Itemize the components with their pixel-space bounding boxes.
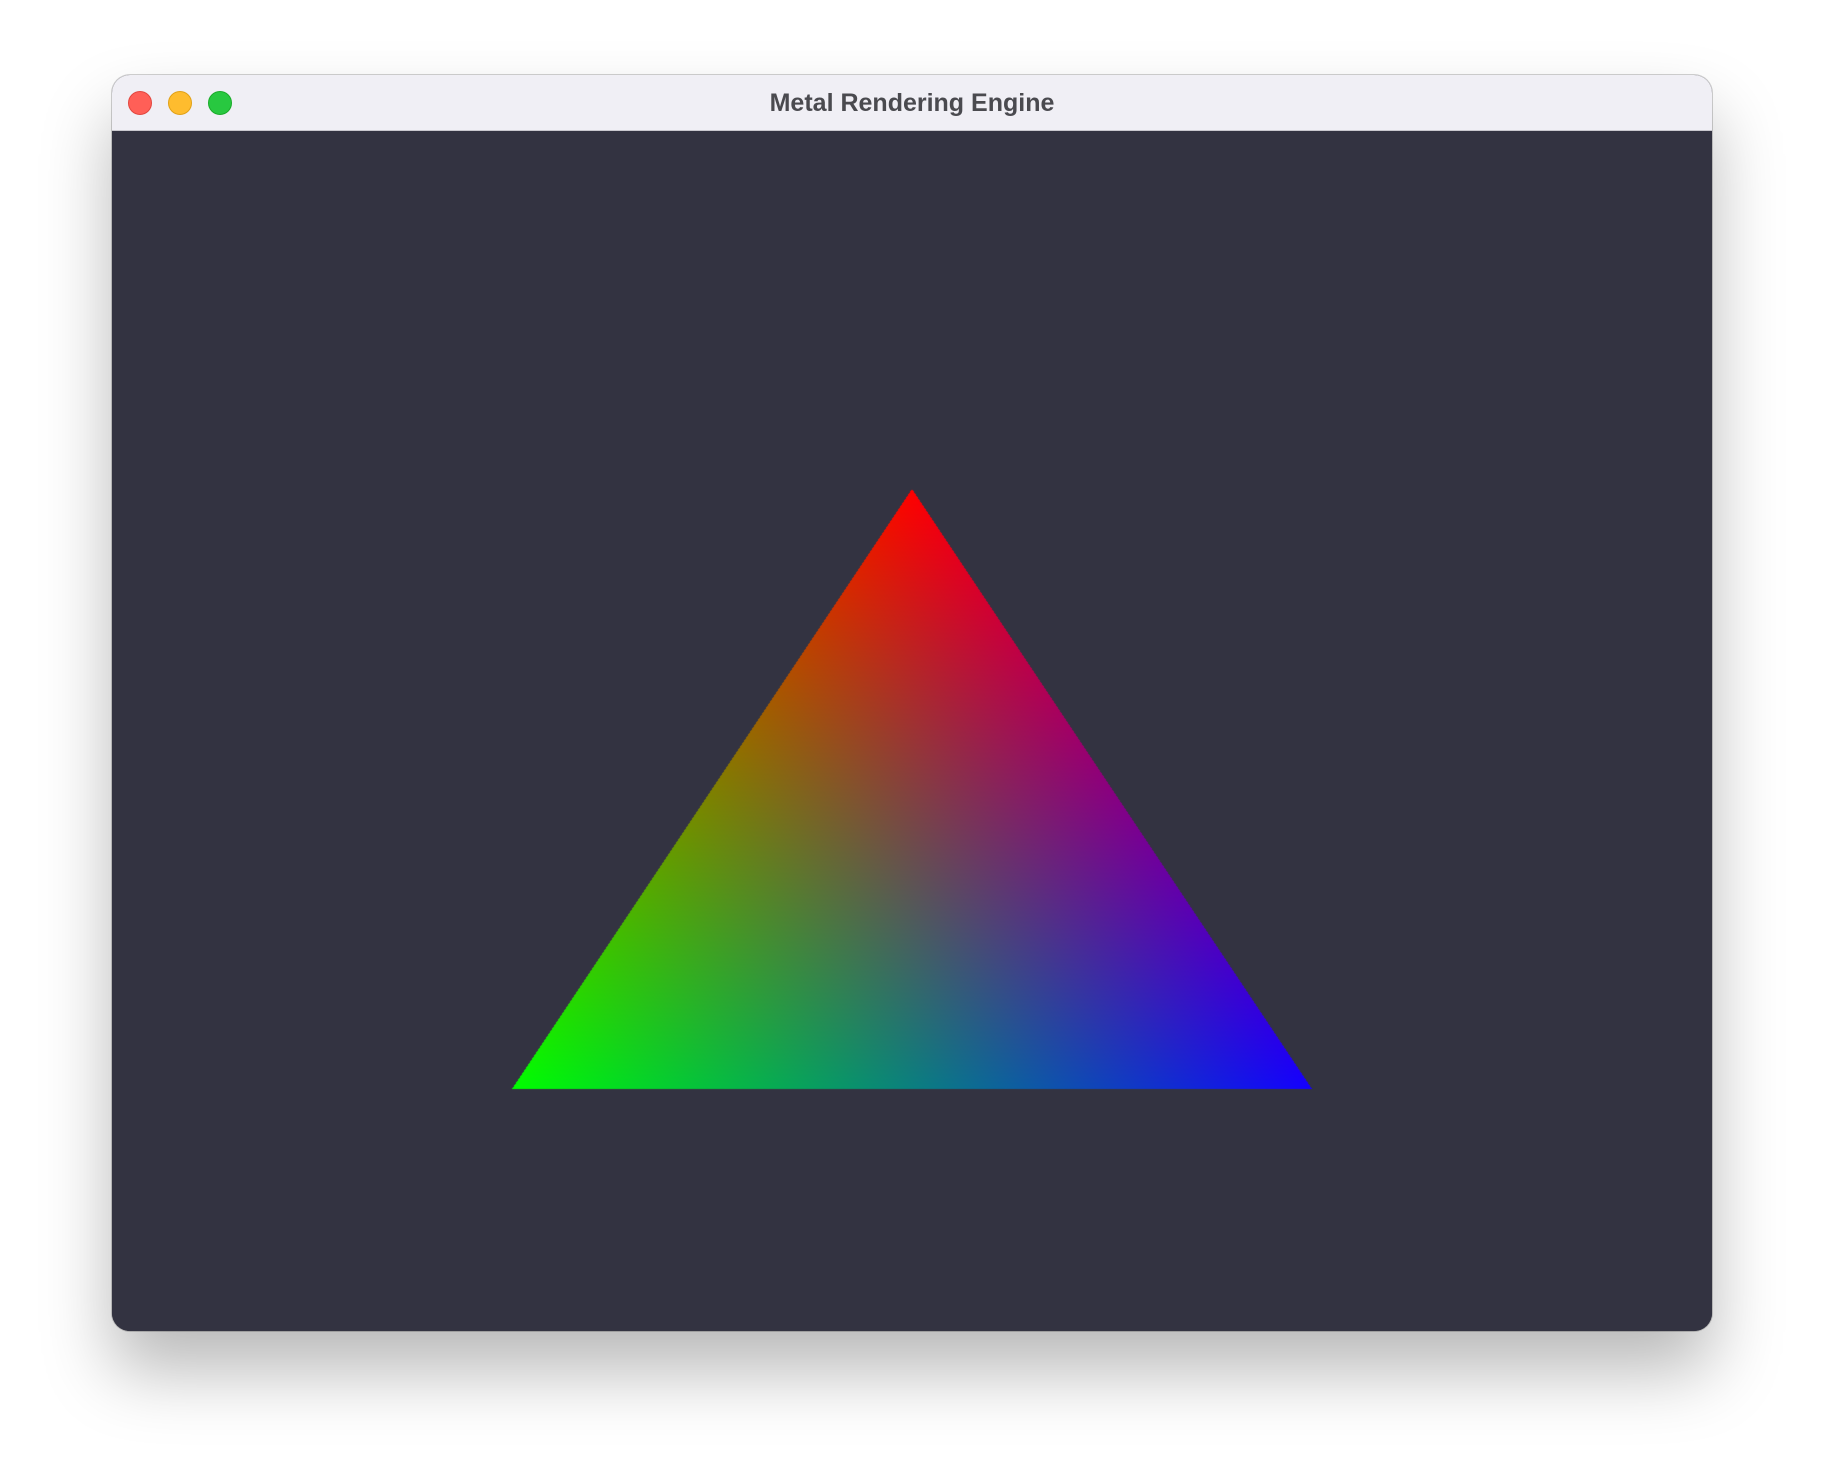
metal-viewport[interactable]: [112, 131, 1712, 1331]
app-window: Metal Rendering Engine: [112, 75, 1712, 1331]
window-title: Metal Rendering Engine: [769, 89, 1055, 117]
rgb-triangle: [112, 131, 1712, 1331]
title-bar[interactable]: Metal Rendering Engine: [112, 75, 1712, 131]
